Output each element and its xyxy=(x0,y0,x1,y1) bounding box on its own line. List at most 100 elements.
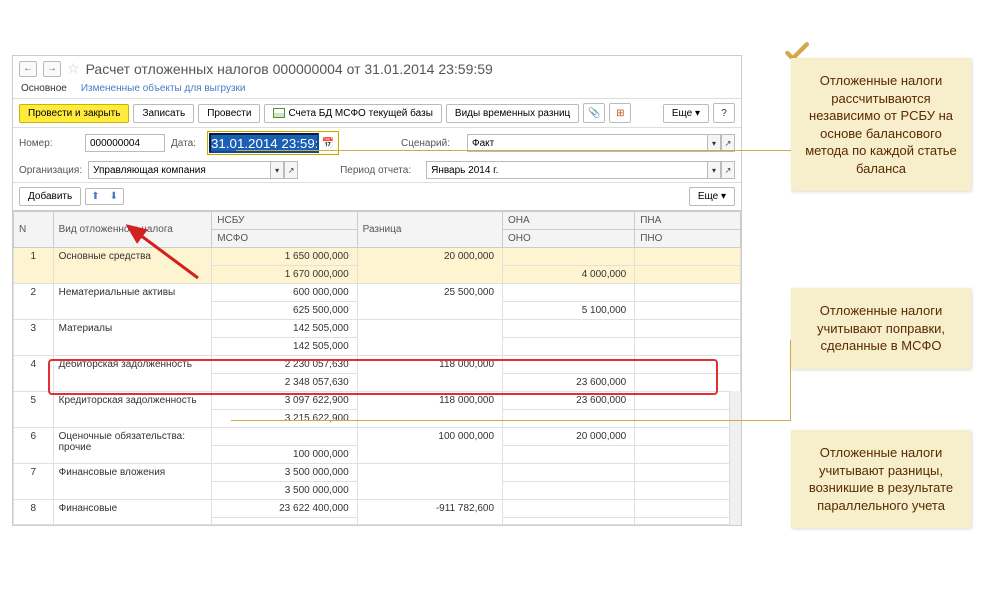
table-more-button[interactable]: Еще ▾ xyxy=(689,187,735,206)
sort-buttons: ⬆ ⬇ xyxy=(85,188,124,205)
cell-name: Кредиторская задолженность xyxy=(53,392,212,428)
cell-pno xyxy=(635,482,741,500)
org-input[interactable] xyxy=(88,161,270,179)
period-input[interactable] xyxy=(426,161,707,179)
cell-pna xyxy=(635,500,741,518)
cell-name: Материалы xyxy=(53,320,212,356)
titlebar: ← → ☆ Расчет отложенных налогов 00000000… xyxy=(13,56,741,81)
table-row[interactable]: 2Нематериальные активы600 000,00025 500,… xyxy=(14,284,741,302)
post-button[interactable]: Провести xyxy=(198,104,260,123)
cell-name: Оценочные обязательства: прочие xyxy=(53,428,212,464)
cell-n: 3 xyxy=(14,320,54,356)
cell-pno xyxy=(635,446,741,464)
add-button[interactable]: Добавить xyxy=(19,187,81,206)
cell-ona xyxy=(503,248,635,266)
org-label: Организация: xyxy=(19,165,82,176)
cell-pno xyxy=(635,518,741,525)
cell-n: 1 xyxy=(14,248,54,284)
cell-diff: 100 000,000 xyxy=(357,428,502,464)
tab-main[interactable]: Основное xyxy=(21,83,67,94)
open-icon[interactable]: ↗ xyxy=(721,161,735,179)
form-row-2: Организация: ▾ ↗ Период отчета: ▾ ↗ xyxy=(13,158,741,182)
cell-name: Финансовые xyxy=(53,500,212,525)
open-icon[interactable]: ↗ xyxy=(284,161,298,179)
table-row[interactable]: 6Оценочные обязательства: прочие100 000,… xyxy=(14,428,741,446)
col-pno[interactable]: ПНО xyxy=(635,230,741,248)
period-label: Период отчета: xyxy=(340,165,420,176)
cell-n: 4 xyxy=(14,356,54,392)
col-type[interactable]: Вид отложенного налога xyxy=(53,212,212,248)
cell-nsbu xyxy=(212,428,357,446)
attach-icon[interactable]: 📎 xyxy=(583,103,605,123)
table-row[interactable]: 3Материалы142 505,000 xyxy=(14,320,741,338)
structure-icon[interactable]: ⊞ xyxy=(609,103,631,123)
cell-diff: 20 000,000 xyxy=(357,248,502,284)
cell-ono: 4 000,000 xyxy=(503,266,635,284)
number-field[interactable] xyxy=(85,134,165,152)
more-button[interactable]: Еще ▾ xyxy=(663,104,709,123)
chevron-down-icon[interactable]: ▾ xyxy=(270,161,284,179)
connector-2b xyxy=(231,420,791,421)
connector-1 xyxy=(236,150,791,151)
accounts-label: Счета БД МСФО текущей базы xyxy=(288,108,432,119)
callout-3: Отложенные налоги учитывают разницы, воз… xyxy=(791,430,971,528)
table-row[interactable]: 1Основные средства1 650 000,00020 000,00… xyxy=(14,248,741,266)
table-toolbar: Добавить ⬆ ⬇ Еще ▾ xyxy=(13,182,741,210)
number-label: Номер: xyxy=(19,138,79,149)
cell-pna xyxy=(635,428,741,446)
help-icon[interactable]: ? xyxy=(713,103,735,123)
cell-pna xyxy=(635,284,741,302)
cell-nsbu: 600 000,000 xyxy=(212,284,357,302)
cell-n: 2 xyxy=(14,284,54,320)
org-select[interactable]: ▾ ↗ xyxy=(88,161,298,179)
cell-name: Нематериальные активы xyxy=(53,284,212,320)
cell-msfo: 625 500,000 xyxy=(212,302,357,320)
table-row[interactable]: 7Финансовые вложения3 500 000,000 xyxy=(14,464,741,482)
tab-changed-objects[interactable]: Измененные объекты для выгрузки xyxy=(81,83,246,94)
period-select[interactable]: ▾ ↗ xyxy=(426,161,735,179)
cell-msfo: 3 500 000,000 xyxy=(212,482,357,500)
cell-n: 8 xyxy=(14,500,54,525)
cell-pna xyxy=(635,248,741,266)
cell-name: Основные средства xyxy=(53,248,212,284)
cell-pna xyxy=(635,320,741,338)
cell-name: Финансовые вложения xyxy=(53,464,212,500)
back-button[interactable]: ← xyxy=(19,61,37,77)
cell-msfo: 100 000,000 xyxy=(212,446,357,464)
scenario-label: Сценарий: xyxy=(401,138,461,149)
move-down-icon[interactable]: ⬇ xyxy=(105,189,123,204)
col-ono[interactable]: ОНО xyxy=(503,230,635,248)
star-icon[interactable]: ☆ xyxy=(67,60,80,77)
cell-ona xyxy=(503,284,635,302)
table-icon xyxy=(273,108,285,118)
col-pna[interactable]: ПНА xyxy=(635,212,741,230)
post-and-close-button[interactable]: Провести и закрыть xyxy=(19,104,129,123)
date-field-wrap: 📅 xyxy=(207,131,339,155)
accounts-button[interactable]: Счета БД МСФО текущей базы xyxy=(264,104,441,123)
date-label: Дата: xyxy=(171,138,201,149)
cell-nsbu: 142 505,000 xyxy=(212,320,357,338)
callout-1: Отложенные налоги рассчитываются независ… xyxy=(791,58,971,191)
forward-button[interactable]: → xyxy=(43,61,61,77)
form-row-1: Номер: Дата: 📅 Сценарий: ▾ ↗ xyxy=(13,128,741,158)
cell-n: 5 xyxy=(14,392,54,428)
col-msfo[interactable]: МСФО xyxy=(212,230,357,248)
save-button[interactable]: Записать xyxy=(133,104,194,123)
cell-ono xyxy=(503,482,635,500)
chevron-down-icon[interactable]: ▾ xyxy=(707,161,721,179)
connector-2a xyxy=(231,340,791,420)
table-row[interactable]: 8Финансовые23 622 400,000-911 782,600 xyxy=(14,500,741,518)
cell-n: 7 xyxy=(14,464,54,500)
app-window: ← → ☆ Расчет отложенных налогов 00000000… xyxy=(12,55,742,526)
cell-n: 6 xyxy=(14,428,54,464)
move-up-icon[interactable]: ⬆ xyxy=(86,189,104,204)
col-diff[interactable]: Разница xyxy=(357,212,502,248)
col-ona[interactable]: ОНА xyxy=(503,212,635,230)
callout-2: Отложенные налоги учитывают поправки, сд… xyxy=(791,288,971,369)
cell-nsbu: 23 622 400,000 xyxy=(212,500,357,518)
col-nsbu[interactable]: НСБУ xyxy=(212,212,357,230)
diff-types-button[interactable]: Виды временных разниц xyxy=(446,104,579,123)
cell-name: Дебиторская задолженность xyxy=(53,356,212,392)
cell-ono xyxy=(503,518,635,525)
col-n[interactable]: N xyxy=(14,212,54,248)
